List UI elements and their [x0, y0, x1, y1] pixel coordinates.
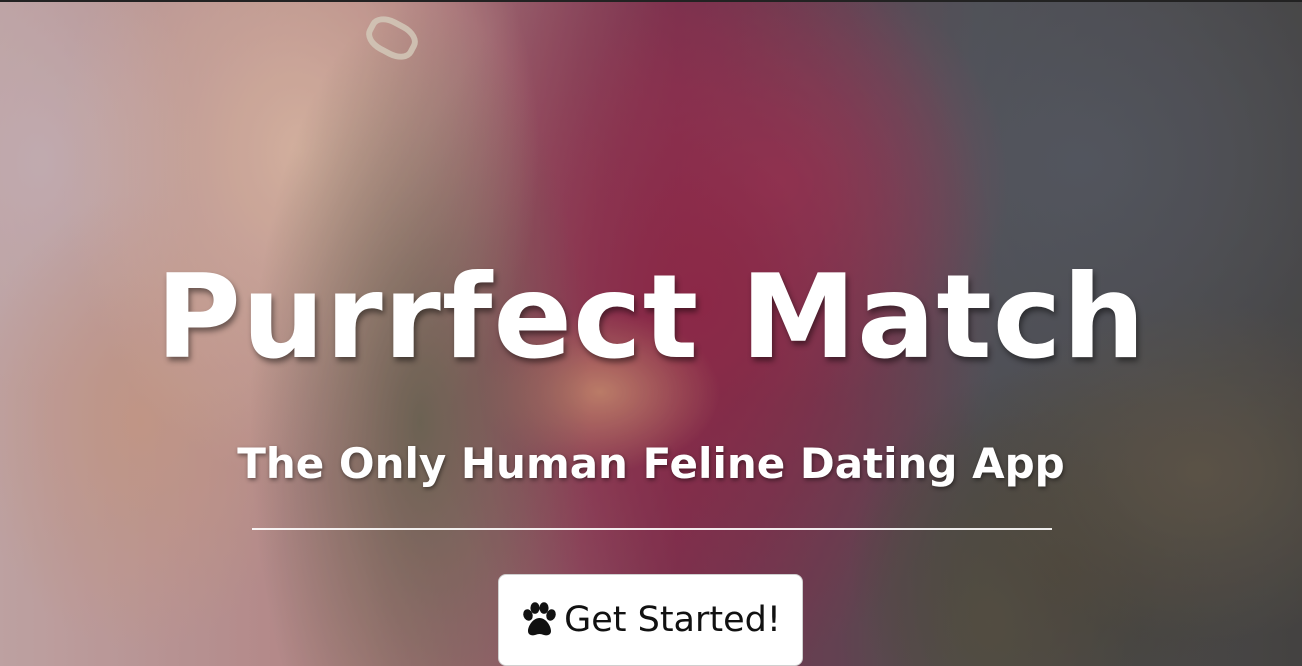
divider: [252, 528, 1052, 530]
hero-section: Purrfect Match The Only Human Feline Dat…: [0, 0, 1302, 666]
get-started-button[interactable]: Get Started!: [498, 574, 803, 666]
page-title: Purrfect Match: [155, 250, 1147, 385]
page-subtitle: The Only Human Feline Dating App: [237, 439, 1065, 488]
paw-icon: [523, 602, 556, 636]
get-started-label: Get Started!: [564, 600, 781, 640]
hero-content: Purrfect Match The Only Human Feline Dat…: [0, 2, 1302, 666]
